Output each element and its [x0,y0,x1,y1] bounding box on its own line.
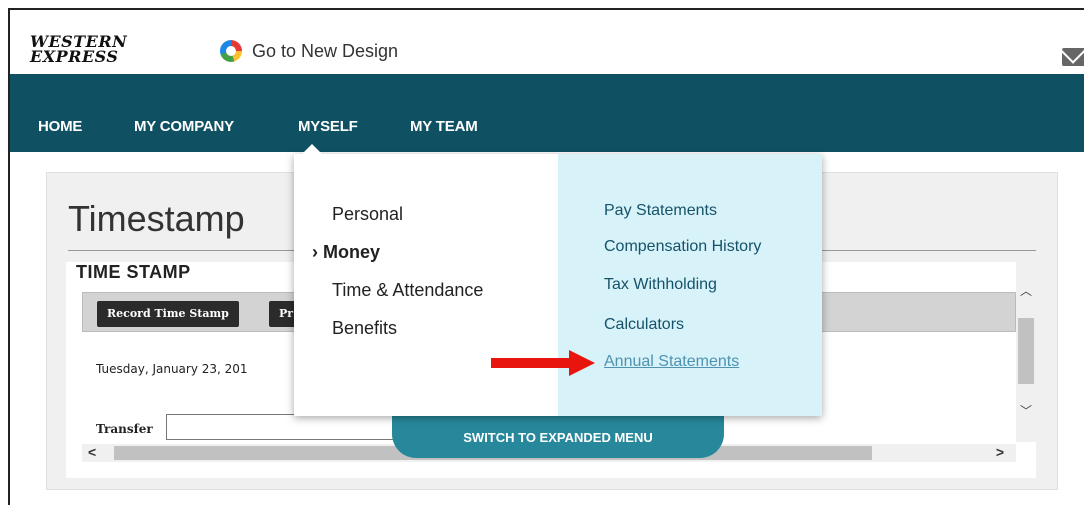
myself-dropdown-menu: Personal › Money Time & Attendance Benef… [294,154,822,416]
submenu-annual-statements[interactable]: Annual Statements [604,353,739,371]
nav-active-caret [302,144,322,154]
submenu-compensation-history[interactable]: Compensation History [604,238,761,256]
nav-myself[interactable]: MYSELF [298,118,358,135]
menu-time-attendance[interactable]: Time & Attendance [332,280,483,301]
mail-icon[interactable] [1062,48,1084,66]
submenu-pay-statements[interactable]: Pay Statements [604,202,717,220]
menu-money[interactable]: › Money [312,242,380,263]
nav-my-company[interactable]: MY COMPANY [134,118,234,135]
go-to-new-design-link[interactable]: Go to New Design [220,38,398,64]
money-submenu: Pay Statements Compensation History Tax … [558,154,822,416]
scroll-down-icon[interactable]: ﹀ [1020,402,1032,419]
western-express-logo[interactable]: WESTERN EXPRESS [30,34,150,74]
new-design-label: Go to New Design [252,40,399,61]
transfer-input[interactable] [166,414,406,440]
scroll-left-icon[interactable]: < [88,444,96,460]
vertical-scrollbar[interactable]: ︿ ﹀ [1016,262,1036,442]
transfer-label: Transfer [96,422,153,436]
scroll-right-icon[interactable]: > [996,444,1004,460]
record-time-stamp-button[interactable]: Record Time Stamp [97,301,239,327]
main-nav: HOME MY COMPANY MYSELF MY TEAM [10,74,1084,152]
submenu-calculators[interactable]: Calculators [604,316,684,334]
color-ring-icon [220,40,242,62]
page-title: Timestamp [68,198,245,239]
current-date: Tuesday, January 23, 201 [96,362,248,376]
logo-line-2: EXPRESS [30,47,119,66]
switch-to-expanded-menu-button[interactable]: SWITCH TO EXPANDED MENU [392,412,724,458]
scroll-up-icon[interactable]: ︿ [1020,282,1032,299]
menu-personal[interactable]: Personal [332,204,403,225]
red-arrow-annotation-icon [491,350,595,376]
menu-benefits[interactable]: Benefits [332,318,397,339]
top-header: WESTERN EXPRESS Go to New Design [10,10,1084,74]
menu-money-label: Money [323,242,381,262]
nav-my-team[interactable]: MY TEAM [410,118,478,135]
frame-title: TIME STAMP [76,262,191,282]
chevron-right-icon: › [312,242,318,262]
submenu-tax-withholding[interactable]: Tax Withholding [604,276,717,294]
vertical-scroll-thumb[interactable] [1018,318,1034,384]
nav-home[interactable]: HOME [38,118,82,135]
